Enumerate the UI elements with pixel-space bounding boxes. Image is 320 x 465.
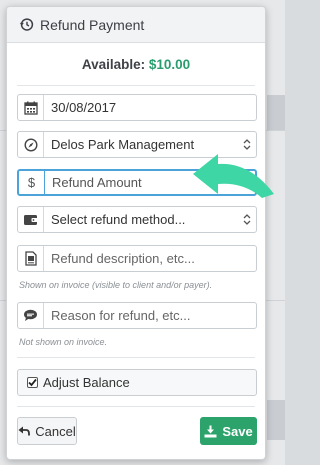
compass-icon (18, 132, 44, 157)
dialog-title: Refund Payment (40, 16, 145, 33)
adjust-balance-checkbox[interactable] (27, 377, 38, 388)
dialog-header: Refund Payment (7, 7, 265, 43)
date-field[interactable]: 30/08/2017 (17, 94, 257, 121)
refund-description-placeholder: Refund description, etc... (51, 251, 195, 266)
speech-bubble-icon (18, 303, 44, 328)
section-divider (17, 357, 255, 358)
chevron-up-down-icon (238, 214, 256, 225)
refund-reason-placeholder: Reason for refund, etc... (51, 308, 191, 323)
wallet-icon (18, 207, 44, 232)
undo-arrow-icon (18, 426, 31, 436)
refund-method-value: Select refund method... (51, 212, 186, 227)
background-row (267, 95, 285, 130)
save-label: Save (222, 423, 253, 439)
adjust-balance-label: Adjust Balance (43, 375, 130, 390)
adjust-balance-toggle[interactable]: Adjust Balance (17, 369, 257, 396)
refund-method-select[interactable]: Select refund method... (17, 206, 257, 233)
section-divider (17, 85, 255, 86)
background-row (267, 400, 285, 440)
available-amount: $10.00 (148, 57, 191, 72)
calendar-icon (18, 95, 44, 120)
available-balance: Available: $10.00 (7, 57, 265, 75)
annotation-arrow-icon (193, 154, 274, 198)
cancel-button[interactable]: Cancel (17, 417, 77, 445)
description-hint: Shown on invoice (visible to client and/… (19, 280, 213, 290)
section-divider (17, 406, 255, 407)
refund-payment-dialog: Refund Payment Available: $10.00 30/08/2… (6, 6, 266, 460)
cancel-label: Cancel (35, 423, 76, 439)
currency-prefix: $ (19, 171, 45, 194)
invoice-document-icon (18, 246, 44, 271)
save-button[interactable]: Save (200, 417, 257, 445)
chevron-up-down-icon (238, 139, 256, 150)
refund-description-field[interactable]: Refund description, etc... (17, 245, 257, 272)
available-label: Available: (81, 57, 146, 72)
download-icon (204, 425, 217, 438)
date-value: 30/08/2017 (51, 100, 117, 115)
reason-hint: Not shown on invoice. (19, 337, 108, 347)
refund-reason-field[interactable]: Reason for refund, etc... (17, 302, 257, 329)
refund-history-icon (19, 17, 34, 32)
